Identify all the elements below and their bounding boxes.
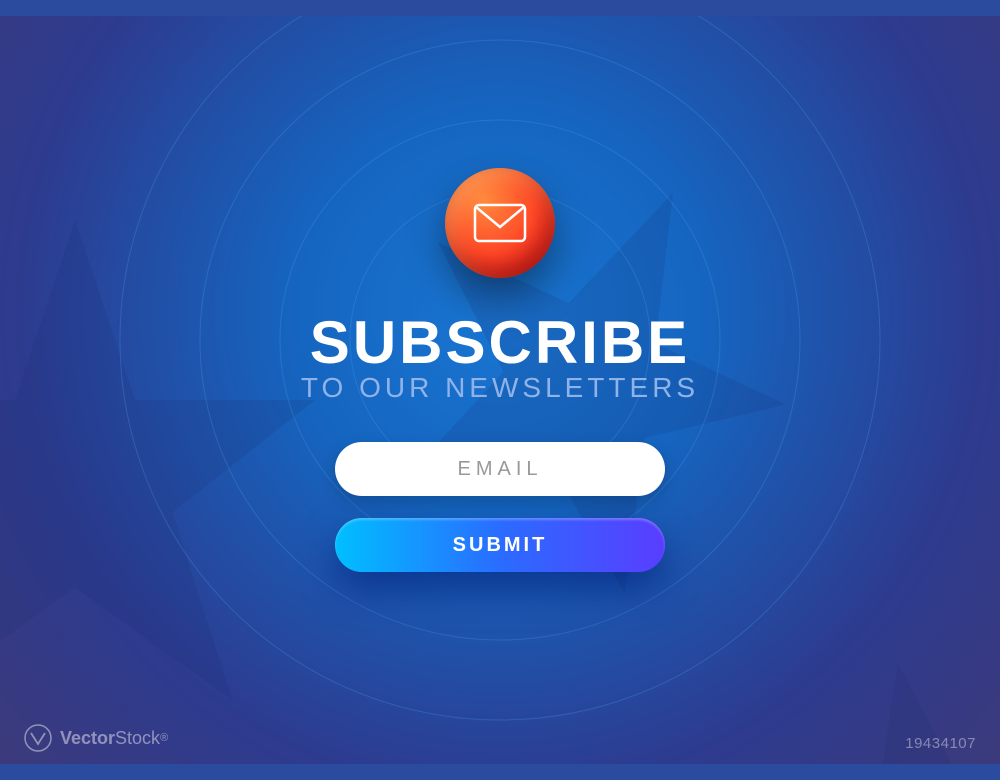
- submit-button[interactable]: SUBMIT: [335, 518, 665, 572]
- subscribe-title: SUBSCRIBE: [310, 308, 690, 377]
- envelope-icon-circle: [445, 168, 555, 278]
- email-field[interactable]: [335, 442, 665, 496]
- subscribe-subtitle: TO OUR NEWSLETTERS: [301, 372, 699, 404]
- envelope-icon: [473, 203, 527, 243]
- subscribe-form: SUBSCRIBE TO OUR NEWSLETTERS SUBMIT: [0, 0, 1000, 780]
